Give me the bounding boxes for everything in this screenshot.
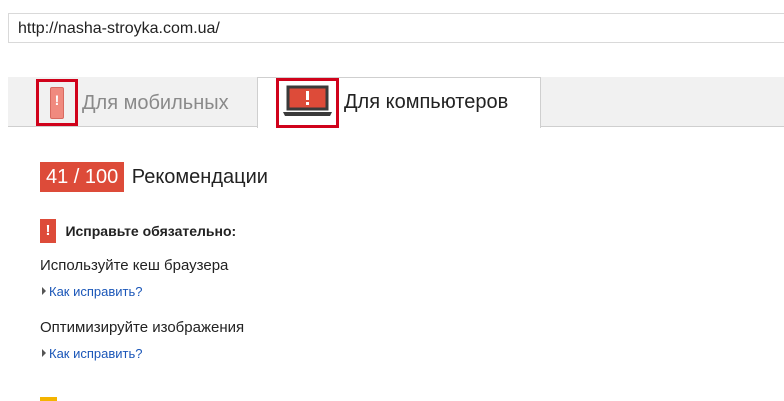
- url-input[interactable]: http://nasha-stroyka.com.ua/: [8, 13, 784, 43]
- must-fix-heading: ! Исправьте обязательно:: [40, 219, 236, 243]
- tab-desktop-label: Для компьютеров: [344, 91, 509, 113]
- mobile-icon-highlight: !: [36, 79, 78, 126]
- laptop-warning-icon: [283, 85, 332, 116]
- expand-arrow-icon: [42, 349, 46, 357]
- rule-title-optimize-images: Оптимизируйте изображения: [40, 319, 245, 336]
- exclamation-icon: !: [40, 219, 56, 243]
- tab-mobile-label: Для мобильных: [82, 92, 229, 114]
- phone-exclamation: !: [54, 92, 60, 108]
- desktop-icon-highlight: [276, 78, 339, 128]
- how-to-fix-label: Как исправить?: [49, 284, 143, 299]
- tab-desktop[interactable]: Для компьютеров: [257, 77, 541, 128]
- warning-icon-partial: [40, 397, 57, 401]
- must-fix-label: Исправьте обязательно:: [65, 223, 237, 239]
- how-to-fix-label: Как исправить?: [49, 346, 143, 361]
- how-to-fix-link-optimize-images[interactable]: Как исправить?: [42, 346, 143, 361]
- score-badge: 41 / 100: [40, 162, 125, 192]
- rule-title-browser-cache: Используйте кеш браузера: [40, 257, 229, 274]
- how-to-fix-link-browser-cache[interactable]: Как исправить?: [42, 284, 143, 299]
- mobile-phone-warning-icon: !: [50, 87, 64, 119]
- expand-arrow-icon: [42, 287, 46, 295]
- recommendations-title: Рекомендации: [131, 166, 268, 188]
- score-row: 41 / 100 Рекомендации: [40, 162, 268, 192]
- tab-mobile[interactable]: ! Для мобильных: [8, 77, 257, 127]
- pagespeed-page: http://nasha-stroyka.com.ua/ ! Для мобил…: [0, 0, 784, 401]
